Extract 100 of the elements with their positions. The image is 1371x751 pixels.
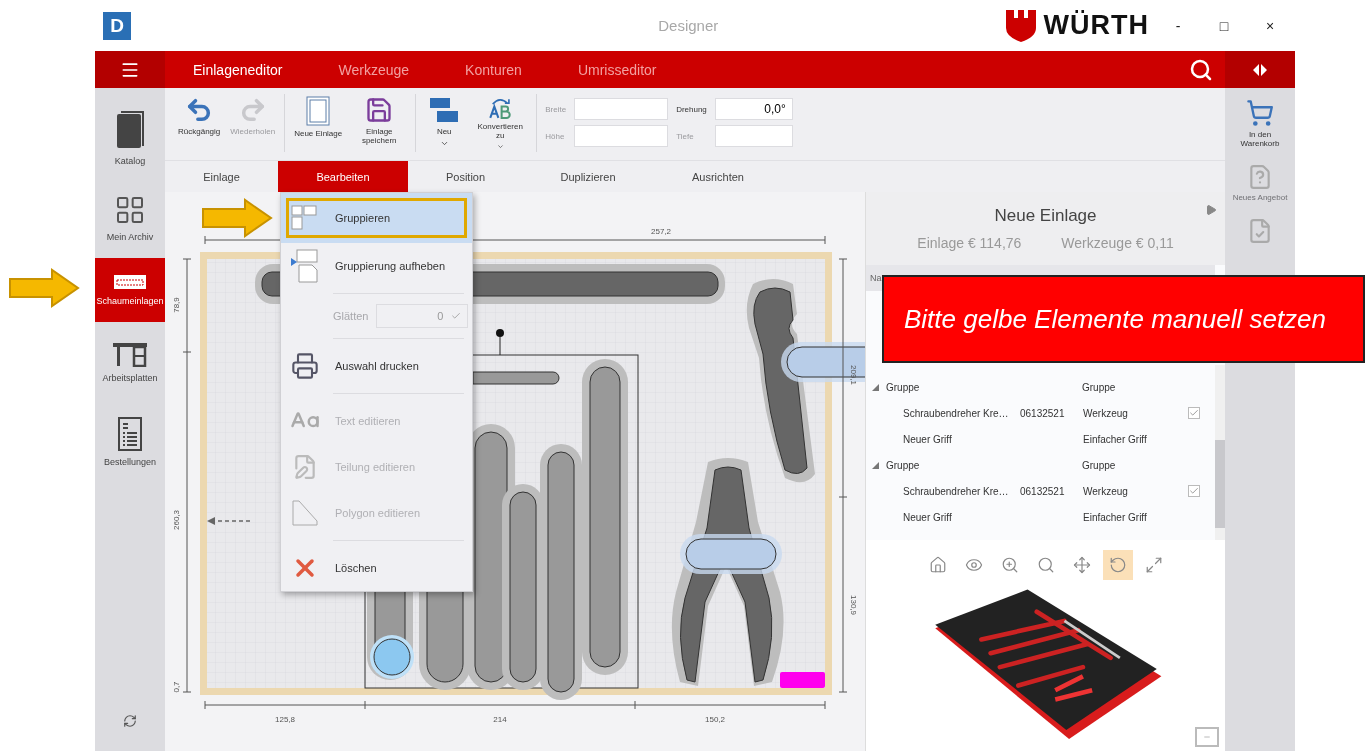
input-field[interactable]: 0,0°	[714, 98, 793, 120]
field-label: Tiefe	[676, 131, 695, 141]
toolbar-button[interactable]: Rückgängig	[175, 94, 224, 152]
minimize-button[interactable]	[1195, 727, 1219, 747]
price-label: Einlage € 114,76	[917, 235, 1022, 251]
dimension-label: 130,9	[849, 595, 858, 615]
type-cell-text: Gruppe	[1082, 381, 1117, 393]
type-cell-text: Werkzeug	[1083, 485, 1129, 497]
dimension-label: 214	[493, 715, 507, 724]
field-label: Drehung	[676, 104, 707, 114]
check-icon	[451, 311, 462, 321]
label-marker	[780, 672, 825, 688]
checkbox[interactable]	[1188, 407, 1200, 419]
toolbar-button[interactable]: Neue Einlage	[291, 94, 346, 152]
column-header: Na	[870, 273, 882, 283]
grid-icon	[114, 194, 146, 226]
expander-icon[interactable]	[872, 461, 879, 469]
toolbar-button[interactable]: Konvertieren zu	[470, 94, 531, 152]
number-cell-text: 06132521	[1020, 485, 1066, 497]
rotation-handle	[496, 329, 504, 356]
table-row[interactable]: Neuer Griff Einfacher Griff	[866, 426, 1206, 452]
dimension-label: 150,2	[705, 715, 725, 724]
name-cell-text: Schraubendreher Kre…	[903, 407, 1010, 419]
dimension-label: 0,7	[172, 681, 181, 693]
dashed-arrow	[207, 517, 251, 525]
left-right-arrows-icon	[1252, 63, 1268, 76]
window-control[interactable]: ×	[1253, 16, 1287, 35]
sidebar-item[interactable]: Schaumeinlagen	[95, 258, 165, 322]
name-cell-text: Gruppe	[886, 459, 921, 471]
tab[interactable]: Ausrichten	[653, 161, 783, 192]
menu-button[interactable]	[95, 51, 165, 88]
price-label: Werkzeuge € 0,11	[1061, 235, 1174, 251]
menu-tab[interactable]: Einlageneditor	[165, 51, 311, 88]
window-title: Designer	[657, 17, 720, 34]
save-icon	[365, 96, 394, 124]
menu-item[interactable]: Löschen	[281, 545, 472, 591]
window-control[interactable]: -	[1161, 16, 1195, 35]
toolbar-button[interactable]: Neu	[422, 94, 467, 152]
name-cell-text: Neuer Griff	[903, 433, 953, 445]
type-cell-text: Gruppe	[1082, 459, 1117, 471]
field-label: Glätten	[333, 310, 369, 322]
menu-item[interactable]: Gruppieren	[281, 193, 472, 243]
sidebar-item[interactable]: Katalog	[95, 98, 165, 178]
brand-logo-icon	[1005, 9, 1036, 42]
type-cell-text: Einfacher Griff	[1083, 511, 1148, 523]
cart-icon	[1246, 99, 1274, 127]
menu-item[interactable]: Auswahl drucken	[281, 343, 472, 389]
document-pencil-icon	[292, 454, 318, 480]
field-label: Höhe	[545, 131, 566, 141]
window-control[interactable]: □	[1207, 16, 1241, 35]
dimension-label: 209,1	[849, 365, 858, 385]
tab[interactable]: Einlage	[165, 161, 278, 192]
table-row[interactable]: Gruppe Gruppe	[866, 452, 1206, 478]
group-squares-icon	[291, 205, 319, 231]
document-question-icon	[1247, 164, 1273, 190]
document-list-icon	[118, 417, 142, 451]
book-icon	[115, 110, 145, 150]
insert-frame-icon	[306, 96, 331, 126]
pointer-arrow-icon	[8, 268, 80, 308]
name-cell-text: Neuer Griff	[903, 511, 953, 523]
refresh-icon	[123, 714, 137, 728]
workbench-icon	[112, 341, 148, 367]
dimension-label: 257,2	[651, 227, 671, 236]
panel-title: Neue Einlage	[994, 206, 1097, 226]
dimension-label: 125,8	[275, 715, 295, 724]
table-row[interactable]: Gruppe Gruppe	[866, 374, 1206, 400]
side-action-button[interactable]: In den Warenkorb	[1226, 98, 1294, 149]
expander-icon[interactable]	[872, 383, 879, 391]
checkbox[interactable]	[1188, 485, 1200, 497]
search-icon	[1189, 57, 1213, 82]
finger-hole	[370, 635, 414, 679]
name-cell-text: Gruppe	[886, 381, 921, 393]
dimension-label: 260,3	[172, 510, 181, 530]
tab[interactable]: Bearbeiten	[278, 161, 408, 192]
menu-item[interactable]: Gruppierung aufheben	[281, 243, 472, 289]
document-check-icon	[1247, 218, 1273, 244]
dimension-label: 78,9	[172, 297, 181, 313]
brand-name: WÜRTH	[1043, 10, 1149, 41]
stacked-rectangles-icon	[429, 96, 460, 124]
type-cell-text: Einfacher Griff	[1083, 433, 1148, 445]
tab[interactable]: Position	[408, 161, 523, 192]
viewer-tool-button[interactable]	[1102, 550, 1133, 580]
field-label: Breite	[545, 104, 567, 114]
sidebar-item[interactable]: Bestellungen	[95, 402, 165, 482]
ungroup-icon	[290, 249, 320, 283]
foam-insert-icon	[113, 274, 147, 290]
app-logo: D	[103, 11, 131, 40]
type-cell-text: Werkzeug	[1083, 407, 1129, 419]
toolbar-button[interactable]: Einlage speichern	[349, 94, 410, 152]
polygon-icon	[291, 499, 319, 527]
panel-toggle-button[interactable]	[1225, 51, 1295, 88]
sidebar-item[interactable]: Arbeitsplatten	[95, 322, 165, 402]
table-row[interactable]: Schraubendreher Kre… 06132521 Werkzeug	[866, 400, 1206, 426]
table-row[interactable]: Neuer Griff Einfacher Griff	[866, 504, 1206, 530]
sidebar-item[interactable]: Mein Archiv	[95, 178, 165, 258]
printer-icon	[291, 352, 319, 380]
pointer-arrow-icon	[201, 198, 273, 238]
table-row[interactable]: Schraubendreher Kre… 06132521 Werkzeug	[866, 478, 1206, 504]
instruction-banner: Bitte gelbe Elemente manuell setzen	[882, 275, 1365, 363]
tab[interactable]: Duplizieren	[523, 161, 653, 192]
